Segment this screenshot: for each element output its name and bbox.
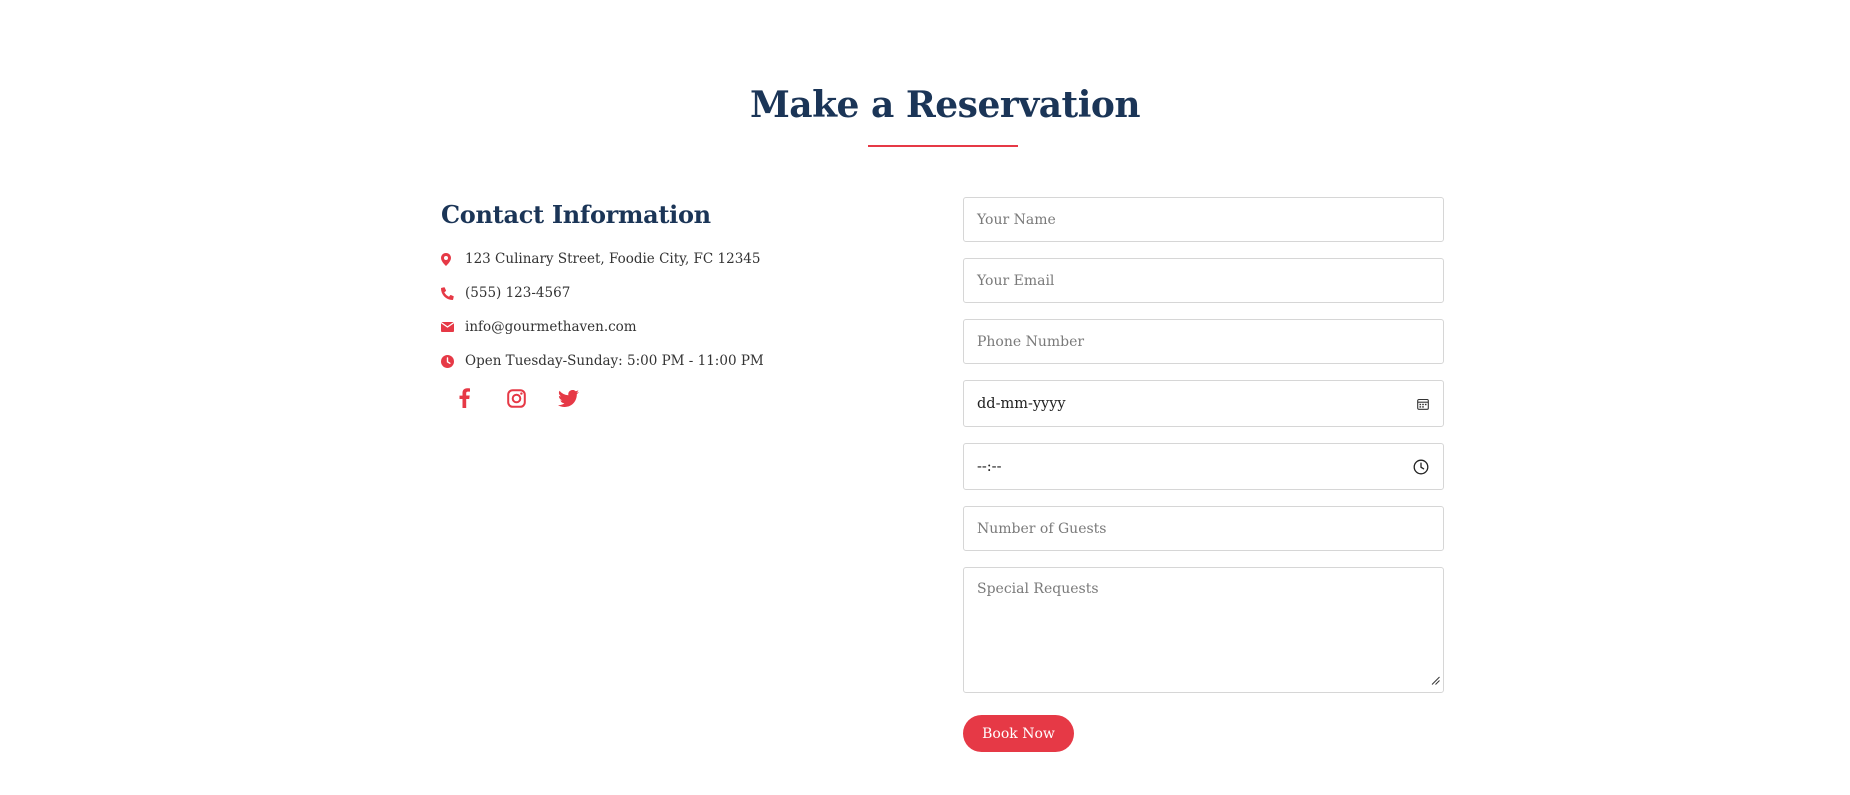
reservation-section: Make a Reservation Contact Information 1… bbox=[0, 0, 1850, 795]
facebook-icon[interactable] bbox=[451, 385, 477, 411]
date-value: dd-mm-yyyy bbox=[977, 395, 1066, 412]
phone-input[interactable]: Phone Number bbox=[963, 319, 1444, 364]
name-placeholder: Your Name bbox=[977, 211, 1056, 228]
title-underline bbox=[868, 145, 1018, 147]
clock-picker-icon[interactable] bbox=[1413, 459, 1429, 475]
requests-placeholder: Special Requests bbox=[977, 581, 1099, 597]
envelope-icon bbox=[441, 319, 459, 335]
guests-input[interactable]: Number of Guests bbox=[963, 506, 1444, 551]
address-text: 123 Culinary Street, Foodie City, FC 123… bbox=[465, 251, 761, 267]
guests-placeholder: Number of Guests bbox=[977, 520, 1107, 537]
contact-title: Contact Information bbox=[441, 200, 711, 229]
contact-email: info@gourmethaven.com bbox=[441, 317, 921, 337]
book-now-button[interactable]: Book Now bbox=[963, 715, 1074, 752]
hours-text: Open Tuesday-Sunday: 5:00 PM - 11:00 PM bbox=[465, 353, 764, 369]
email-text: info@gourmethaven.com bbox=[465, 319, 637, 335]
section-title: Make a Reservation bbox=[749, 84, 1141, 126]
phone-icon bbox=[441, 285, 459, 301]
contact-address: 123 Culinary Street, Foodie City, FC 123… bbox=[441, 249, 921, 269]
reservation-form: Your Name Your Email Phone Number dd-mm-… bbox=[963, 197, 1444, 752]
phone-placeholder: Phone Number bbox=[977, 333, 1085, 350]
contact-phone: (555) 123-4567 bbox=[441, 283, 921, 303]
social-links bbox=[441, 385, 921, 411]
instagram-icon[interactable] bbox=[503, 385, 529, 411]
phone-text: (555) 123-4567 bbox=[465, 285, 571, 301]
calendar-icon[interactable] bbox=[1417, 398, 1429, 410]
contact-hours: Open Tuesday-Sunday: 5:00 PM - 11:00 PM bbox=[441, 351, 921, 371]
clock-icon bbox=[441, 353, 459, 369]
map-marker-icon bbox=[441, 251, 459, 267]
email-placeholder: Your Email bbox=[977, 272, 1055, 289]
time-input[interactable]: --:-- bbox=[963, 443, 1444, 490]
time-value: --:-- bbox=[977, 458, 1002, 475]
date-input[interactable]: dd-mm-yyyy bbox=[963, 380, 1444, 427]
name-input[interactable]: Your Name bbox=[963, 197, 1444, 242]
twitter-icon[interactable] bbox=[555, 385, 581, 411]
resize-grip-icon[interactable] bbox=[1431, 673, 1440, 689]
email-input[interactable]: Your Email bbox=[963, 258, 1444, 303]
contact-info: Contact Information 123 Culinary Street,… bbox=[441, 200, 921, 411]
special-requests-textarea[interactable]: Special Requests bbox=[963, 567, 1444, 693]
